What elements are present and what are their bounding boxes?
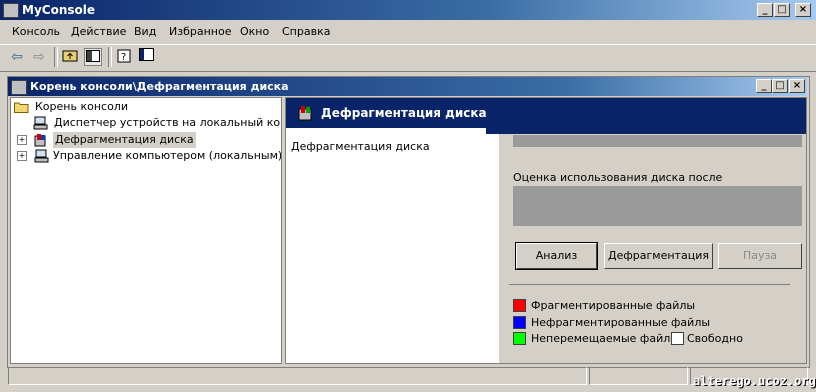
child-maximize-button[interactable]: □ xyxy=(772,79,788,93)
pane-description: Дефрагментация диска xyxy=(291,140,430,153)
unmovable-legend-label: Неперемещаемые файлы xyxy=(531,332,679,345)
show-hide-tree-icon[interactable] xyxy=(84,48,102,66)
defragment-button[interactable]: Дефрагментация xyxy=(604,243,713,269)
estimate-display-bar xyxy=(513,186,802,226)
child-close-button[interactable]: × xyxy=(789,79,805,93)
free-legend-label: Свободно xyxy=(687,332,743,345)
app-titlebar: MyConsole _ □ × xyxy=(0,0,816,20)
fragmented-legend-label: Фрагментированные файлы xyxy=(531,299,696,312)
menu-action[interactable]: Действие xyxy=(71,25,126,38)
properties-icon[interactable] xyxy=(138,48,156,66)
svg-text:?: ? xyxy=(121,52,126,63)
arrow-left-icon[interactable]: ⇦ xyxy=(8,48,26,66)
toolbar-separator xyxy=(108,47,112,67)
arrow-right-icon[interactable]: ⇨ xyxy=(30,48,48,66)
tree-root-label: Корень консоли xyxy=(35,100,128,113)
console-app-icon xyxy=(3,3,19,18)
console-tree: Корень консоли Диспетчер устройств на ло… xyxy=(10,97,282,364)
expand-icon[interactable]: + xyxy=(17,151,27,161)
pause-button[interactable]: Пауза xyxy=(718,243,802,269)
close-button[interactable]: × xyxy=(795,3,811,17)
fragmented-legend-swatch xyxy=(513,299,526,312)
app-title: MyConsole xyxy=(22,3,95,17)
banner-decoration xyxy=(486,124,806,134)
minimize-button[interactable]: _ xyxy=(757,3,773,17)
status-bar-main xyxy=(8,367,587,385)
child-minimize-button[interactable]: _ xyxy=(756,79,772,93)
maximize-button[interactable]: □ xyxy=(774,3,790,17)
computer-management-icon xyxy=(34,149,49,163)
tree-item-label: Управление компьютером (локальным) xyxy=(53,149,282,162)
pane-banner-title: Дефрагментация диска xyxy=(321,106,487,120)
analyze-button[interactable]: Анализ xyxy=(515,242,598,270)
defrag-icon xyxy=(298,106,312,121)
toolbar-separator xyxy=(54,47,58,67)
unmovable-legend-swatch xyxy=(513,332,526,345)
contiguous-legend-label: Нефрагментированные файлы xyxy=(531,316,711,329)
menu-help[interactable]: Справка xyxy=(282,25,330,38)
free-legend-swatch xyxy=(671,332,684,345)
analysis-display-bar xyxy=(513,135,802,147)
menu-console[interactable]: Консоль xyxy=(12,25,60,38)
menu-window[interactable]: Окно xyxy=(240,25,269,38)
computer-icon xyxy=(33,116,48,130)
tree-item-label: Диспетчер устройств на локальный компью xyxy=(54,116,281,129)
legend-divider xyxy=(509,284,790,285)
menu-favorites[interactable]: Избранное xyxy=(169,25,231,38)
defrag-icon xyxy=(34,134,46,147)
contiguous-legend-swatch xyxy=(513,316,526,329)
tree-item-label: Дефрагментация диска xyxy=(53,132,196,148)
child-window-title: Корень консоли\Дефрагментация диска xyxy=(30,80,289,93)
watermark-text: alterego.ucoz.org xyxy=(693,374,816,388)
expand-icon[interactable]: + xyxy=(17,135,27,145)
menu-bar: Консоль Действие Вид Избранное Окно Спра… xyxy=(0,22,816,42)
status-bar-cell xyxy=(589,367,688,385)
console-root-icon xyxy=(11,80,27,95)
menu-view[interactable]: Вид xyxy=(134,25,156,38)
folder-icon xyxy=(14,102,29,113)
folder-up-icon[interactable] xyxy=(61,48,79,66)
help-icon[interactable]: ? xyxy=(116,48,134,66)
child-window-titlebar: Корень консоли\Дефрагментация диска _ □ … xyxy=(8,77,807,96)
